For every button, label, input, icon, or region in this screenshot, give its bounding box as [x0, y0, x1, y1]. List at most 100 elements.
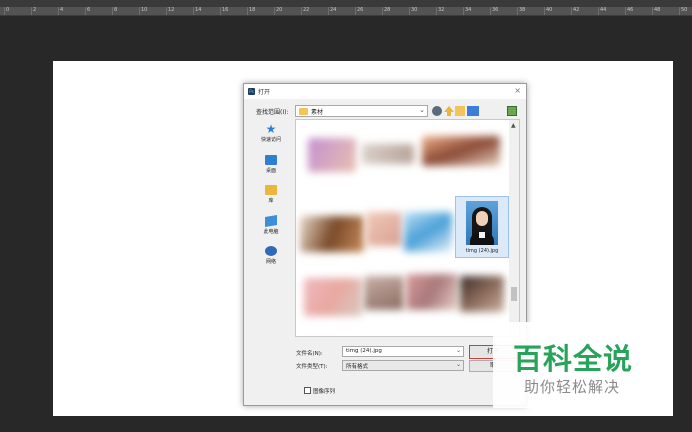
ruler-number: 30 — [411, 7, 418, 13]
ruler-number: 18 — [249, 7, 256, 13]
ruler-tick — [544, 7, 545, 15]
document-tab-bar: 1.jpg @ 100%(RGB/8#) *×未标题-2 @ 66.6% (图层… — [0, 0, 692, 7]
file-thumbnail[interactable] — [422, 136, 500, 166]
filename-input[interactable]: timg (24).jpg ⌄ — [342, 346, 464, 357]
chevron-down-icon[interactable]: ⌄ — [456, 347, 461, 354]
look-in-label: 查找范围(I): — [256, 109, 289, 116]
place-library[interactable]: 库 — [256, 185, 286, 204]
ruler-tick — [463, 7, 464, 15]
place-label: 此电脑 — [263, 229, 279, 235]
ruler-tick — [571, 7, 572, 15]
file-thumbnail[interactable] — [300, 216, 364, 252]
filetype-label: 文件类型(T): — [296, 364, 328, 370]
place-label: 库 — [268, 198, 274, 204]
ruler-number: 10 — [141, 7, 148, 13]
look-in-select[interactable]: 素材 ⌄ — [295, 105, 428, 117]
ruler-tick — [220, 7, 221, 15]
ruler-number: 6 — [87, 7, 91, 13]
ruler-number: 46 — [627, 7, 634, 13]
desktop-icon — [265, 155, 277, 165]
file-thumbnail[interactable] — [406, 274, 458, 310]
up-folder-icon[interactable] — [444, 106, 454, 116]
ruler-number: 20 — [276, 7, 283, 13]
ruler-number: 36 — [492, 7, 499, 13]
filename-value: timg (24).jpg — [346, 348, 382, 354]
look-in-value: 素材 — [311, 109, 324, 116]
ruler-number: 38 — [519, 7, 526, 13]
place-desktop[interactable]: 桌面 — [256, 155, 286, 174]
ruler-number: 32 — [438, 7, 445, 13]
ruler-tick — [598, 7, 599, 15]
file-thumbnail[interactable] — [362, 144, 414, 164]
ruler-tick — [166, 7, 167, 15]
scrollbar-thumb[interactable] — [511, 287, 517, 301]
ruler-number: 12 — [168, 7, 175, 13]
file-thumbnail[interactable] — [304, 278, 362, 316]
view-menu-icon[interactable] — [467, 106, 479, 116]
dialog-title: 打开 — [258, 89, 271, 96]
folder-icon — [299, 108, 308, 115]
filename-label: 文件名(N): — [296, 351, 323, 357]
ruler-tick — [328, 7, 329, 15]
ruler-tick — [301, 7, 302, 15]
ruler-tick — [112, 7, 113, 15]
ruler-number: 14 — [195, 7, 202, 13]
open-file-dialog: Ps 打开 × 查找范围(I): 素材 ⌄ ★ 快速访问 桌面 库 此电脑 网络 — [243, 83, 527, 406]
ruler-number: 2 — [33, 7, 37, 13]
back-icon[interactable] — [432, 106, 442, 116]
computer-icon — [265, 214, 277, 228]
ruler-tick — [139, 7, 140, 15]
ruler-tick — [31, 7, 32, 15]
place-quick-access[interactable]: ★ 快速访问 — [256, 122, 286, 143]
file-list-pane[interactable]: timg (24).jpg ▲ — [295, 119, 520, 337]
file-thumbnail[interactable] — [460, 276, 504, 312]
place-label: 快速访问 — [260, 137, 281, 143]
ruler-number: 24 — [330, 7, 337, 13]
ruler-tick — [274, 7, 275, 15]
chevron-down-icon: ⌄ — [455, 361, 461, 368]
ruler-tick — [409, 7, 410, 15]
ruler-number: 34 — [465, 7, 472, 13]
ruler-number: 48 — [654, 7, 661, 13]
ruler-number: 4 — [60, 7, 64, 13]
library-icon — [265, 185, 277, 195]
ruler-number: 16 — [222, 7, 229, 13]
vertical-scrollbar[interactable]: ▲ — [509, 120, 519, 336]
ruler-tick — [517, 7, 518, 15]
watermark: 百科全说 助你轻松解决 — [493, 322, 668, 408]
filetype-value: 所有格式 — [346, 364, 369, 370]
close-icon[interactable]: × — [514, 86, 521, 95]
chevron-down-icon: ⌄ — [419, 106, 425, 114]
watermark-subtitle: 助你轻松解决 — [524, 378, 621, 396]
place-network[interactable]: 网络 — [256, 246, 286, 265]
horizontal-ruler: 0 2 4 6 8 10 12 14 16 18 20 22 24 26 28 30 32 34 36 38 40 42 4… — [0, 7, 692, 16]
file-thumbnail[interactable] — [308, 138, 356, 172]
dialog-title-bar[interactable]: Ps 打开 × — [244, 84, 526, 99]
preview-toggle-icon[interactable] — [507, 106, 517, 116]
ruler-tick — [625, 7, 626, 15]
filetype-select[interactable]: 所有格式 ⌄ — [342, 360, 464, 371]
ruler-number: 22 — [303, 7, 310, 13]
ruler-number: 0 — [6, 7, 10, 13]
star-icon: ★ — [265, 122, 277, 136]
ruler-number: 50 — [681, 7, 688, 13]
ruler-tick — [4, 7, 5, 15]
ruler-tick — [382, 7, 383, 15]
file-thumbnail[interactable] — [366, 212, 402, 246]
scroll-up-icon[interactable]: ▲ — [511, 122, 516, 129]
file-thumbnail[interactable] — [404, 212, 452, 252]
photoshop-icon: Ps — [248, 88, 255, 95]
ruler-number: 28 — [384, 7, 391, 13]
file-thumbnail[interactable] — [364, 276, 404, 310]
watermark-title: 百科全说 — [513, 342, 634, 376]
place-label: 桌面 — [265, 168, 276, 174]
ruler-tick — [247, 7, 248, 15]
ruler-number: 8 — [114, 7, 118, 13]
new-folder-icon[interactable] — [455, 106, 465, 116]
image-sequence-checkbox[interactable] — [304, 387, 311, 394]
selected-file-item[interactable]: timg (24).jpg — [455, 196, 509, 258]
ruler-number: 44 — [600, 7, 607, 13]
image-sequence-label: 图像序列 — [313, 389, 336, 395]
place-this-pc[interactable]: 此电脑 — [256, 214, 286, 235]
file-thumbnail-portrait — [466, 201, 498, 245]
